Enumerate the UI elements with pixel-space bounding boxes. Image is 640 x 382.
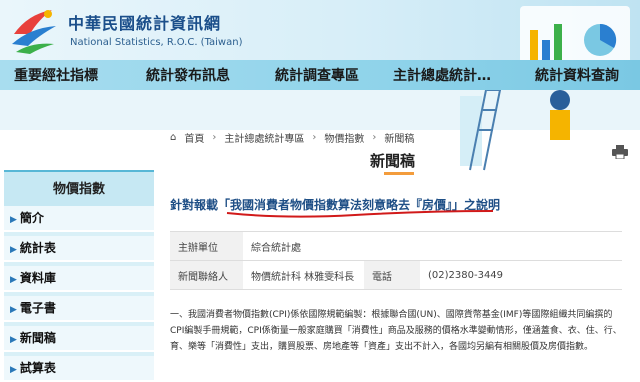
breadcrumb-home[interactable]: 首頁 <box>184 130 204 145</box>
chevron-right-icon: › <box>372 132 377 143</box>
sidebar-item-label: 簡介 <box>19 211 44 225</box>
breadcrumb-dgbas[interactable]: 主計總處統計專區 <box>224 130 304 145</box>
title-accent-line <box>384 172 414 175</box>
table-row: 新聞聯絡人 物價統計科 林雅雯科長 電話 (02)2380-3449 <box>170 260 622 290</box>
caret-right-icon: ▶ <box>10 215 17 225</box>
sidebar-item-tables[interactable]: ▶ 統計表 <box>4 236 154 262</box>
sidebar-item-label: 資料庫 <box>19 271 56 285</box>
print-icon[interactable] <box>612 145 628 159</box>
banner-illustration <box>460 6 630 171</box>
phone-value: (02)2380-3449 <box>420 260 622 290</box>
contact-value: 物價統計科 林雅雯科長 <box>243 260 364 290</box>
caret-right-icon: ▶ <box>10 245 17 255</box>
sidebar-item-label: 新聞稿 <box>19 331 56 345</box>
chevron-right-icon: › <box>212 132 217 143</box>
caret-right-icon: ▶ <box>10 335 17 345</box>
phone-label: 電話 <box>364 260 420 290</box>
contact-label: 新聞聯絡人 <box>170 260 243 290</box>
site-title[interactable]: 中華民國統計資訊網 <box>68 10 221 34</box>
sidebar-title: 物價指數 <box>4 170 154 206</box>
breadcrumb: ⌂ 首頁 › 主計總處統計專區 › 物價指數 › 新聞稿 <box>170 130 414 145</box>
caret-right-icon: ▶ <box>10 305 17 315</box>
nav-item-releases[interactable]: 統計發布訊息 <box>146 65 230 85</box>
breadcrumb-price-index[interactable]: 物價指數 <box>324 130 364 145</box>
nav-item-surveys[interactable]: 統計調查專區 <box>275 65 359 85</box>
caret-right-icon: ▶ <box>10 275 17 285</box>
unit-value: 綜合統計處 <box>243 231 622 261</box>
sidebar-item-label: 試算表 <box>19 361 56 375</box>
breadcrumb-current: 新聞稿 <box>384 134 415 145</box>
sidebar-item-database[interactable]: ▶ 資料庫 <box>4 266 154 292</box>
sidebar-item-label: 統計表 <box>19 241 56 255</box>
nav-item-data-query[interactable]: 統計資料查詢 <box>535 65 619 85</box>
annotation-underline <box>226 210 494 218</box>
sidebar-item-intro[interactable]: ▶ 簡介 <box>4 206 154 232</box>
site-subtitle: National Statistics, R.O.C. (Taiwan) <box>70 37 243 48</box>
table-row: 主辦單位 綜合統計處 <box>170 231 622 261</box>
sidebar-item-press[interactable]: ▶ 新聞稿 <box>4 326 154 352</box>
press-info-table: 主辦單位 綜合統計處 新聞聯絡人 物價統計科 林雅雯科長 電話 (02)2380… <box>170 231 622 290</box>
nav-item-indicators[interactable]: 重要經社指標 <box>14 65 98 85</box>
sidebar-item-label: 電子書 <box>19 301 56 315</box>
page-title: 新聞稿 <box>370 152 416 170</box>
main-nav: 重要經社指標 統計發布訊息 統計調查專區 主計總處統計… 統計資料查詢 <box>0 60 640 90</box>
site-logo[interactable] <box>8 4 60 56</box>
nav-item-dgbas-stats[interactable]: 主計總處統計… <box>393 65 491 85</box>
press-body-paragraph: 一、我國消費者物價指數(CPI)係依國際規範編製：根據聯合國(UN)、國際貨幣基… <box>170 310 622 352</box>
home-icon[interactable]: ⌂ <box>170 132 176 143</box>
caret-right-icon: ▶ <box>10 365 17 375</box>
sidebar-item-spreadsheet[interactable]: ▶ 試算表 <box>4 356 154 382</box>
unit-label: 主辦單位 <box>170 231 243 261</box>
sidebar-item-ebook[interactable]: ▶ 電子書 <box>4 296 154 322</box>
chevron-right-icon: › <box>312 132 317 143</box>
